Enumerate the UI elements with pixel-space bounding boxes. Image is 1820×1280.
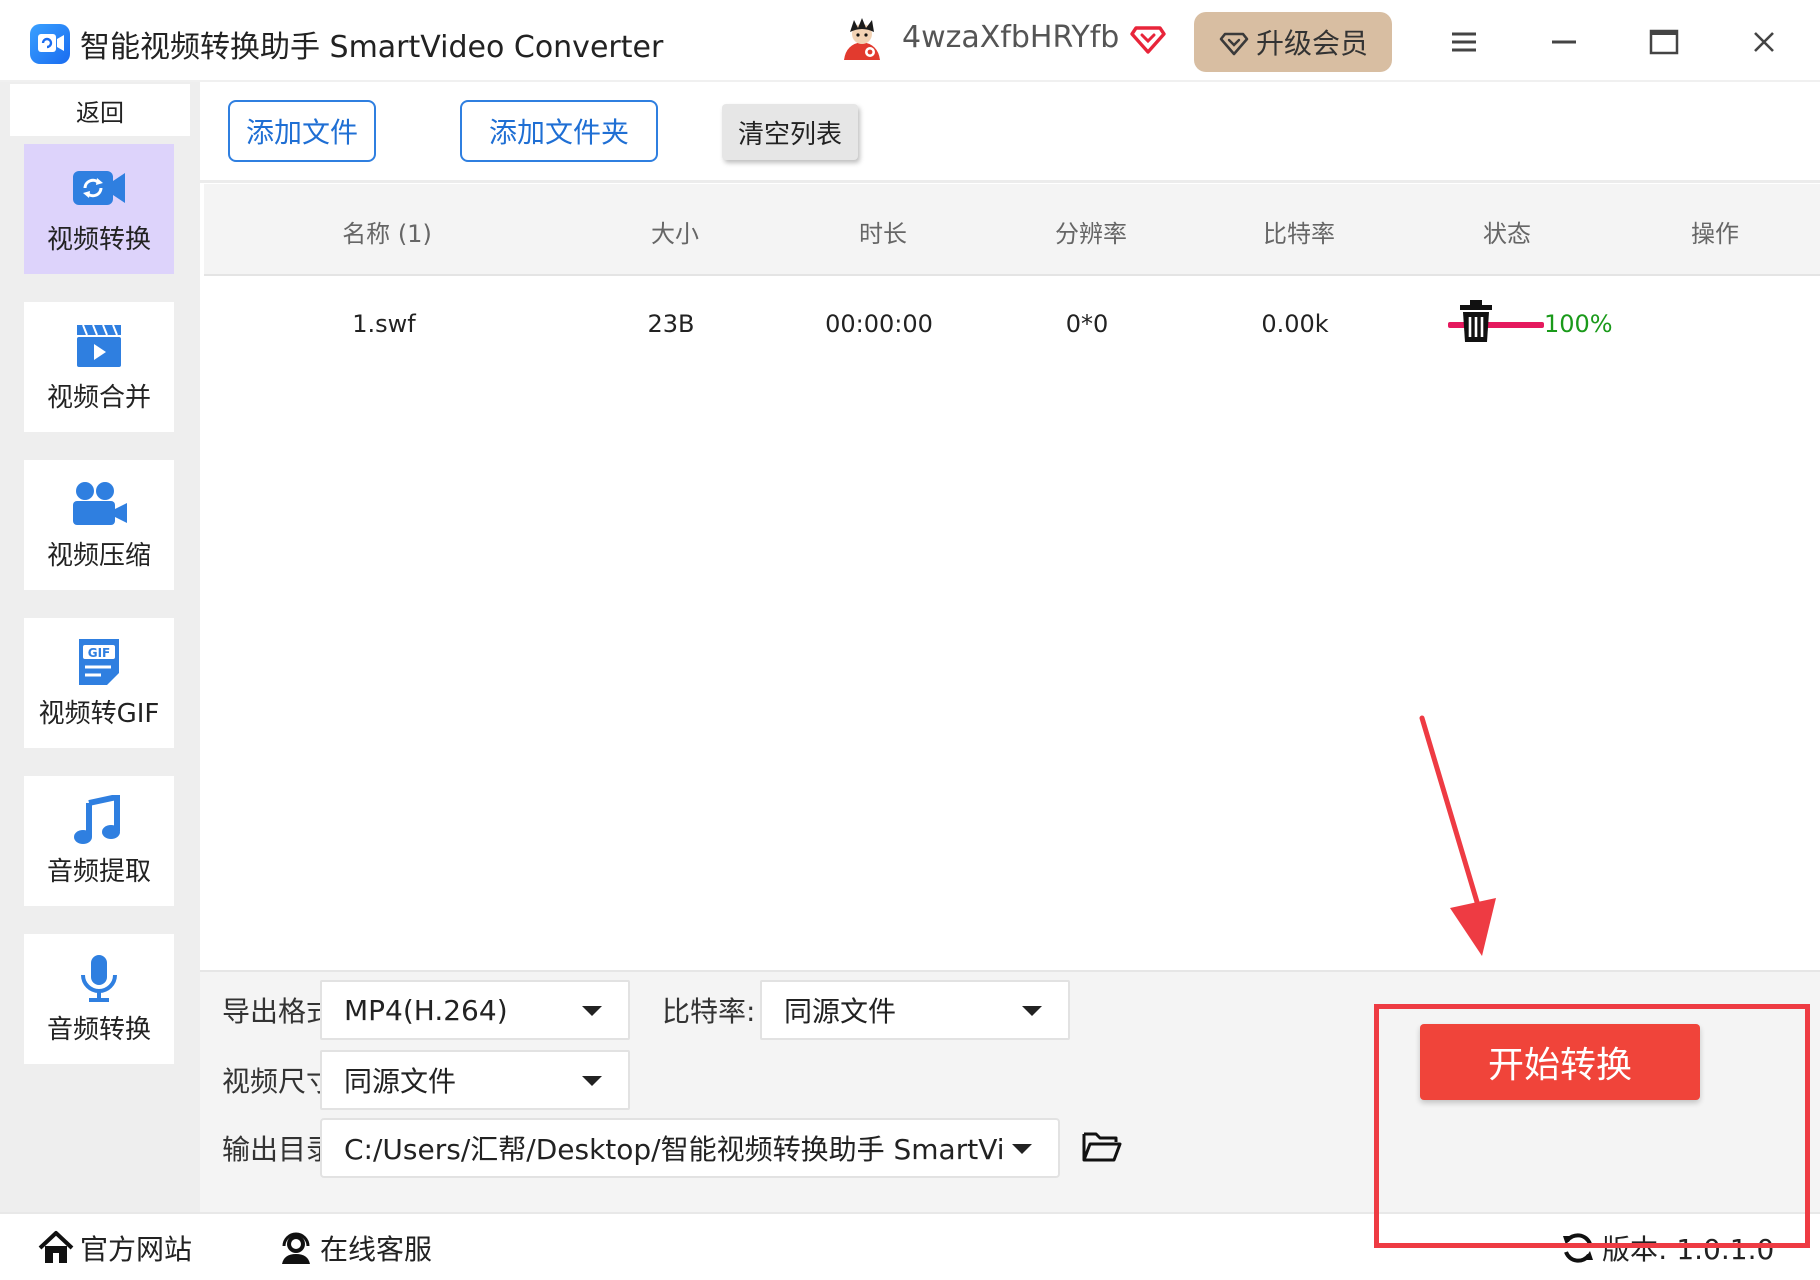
music-note-icon	[74, 794, 120, 844]
username: 4wzaXfbHRYfb	[902, 20, 1120, 55]
close-icon[interactable]	[1744, 22, 1784, 62]
sidebar-item-audio-extract[interactable]: 音频提取	[24, 776, 174, 906]
headset-icon	[282, 1232, 310, 1264]
upgrade-vip-button[interactable]: 升级会员	[1194, 12, 1392, 72]
sidebar-item-label: 视频合并	[46, 382, 151, 413]
sidebar-item-label: 音频转换	[46, 1014, 151, 1045]
video-size-value: 同源文件	[344, 1065, 457, 1098]
sidebar-item-label: 视频转换	[46, 224, 151, 255]
cell-name: 1.swf	[352, 310, 416, 338]
sidebar: 返回 视频转换 视频合并 视频压缩 GIF 视频转GIF 音频提取 音频转换	[0, 82, 200, 1212]
upgrade-label: 升级会员	[1255, 27, 1368, 60]
format-value: MP4(H.264)	[344, 993, 508, 1027]
video-merge-icon	[77, 324, 121, 367]
cell-resolution: 0*0	[1065, 310, 1109, 338]
trash-icon[interactable]	[1458, 300, 1494, 342]
sidebar-item-label: 视频压缩	[46, 540, 151, 571]
output-dir-select[interactable]: C:/Users/汇帮/Desktop/智能视频转换助手 SmartVideo …	[320, 1118, 1060, 1178]
hamburger-menu-icon[interactable]	[1444, 22, 1484, 62]
official-website-link[interactable]: 官方网站	[38, 1228, 192, 1268]
official-website-label: 官方网站	[80, 1233, 193, 1266]
bitrate-value: 同源文件	[784, 995, 897, 1028]
video-size-select[interactable]: 同源文件	[320, 1050, 630, 1110]
folder-open-icon[interactable]	[1082, 1130, 1122, 1164]
chevron-down-icon	[582, 1006, 602, 1016]
sidebar-item-audio-convert[interactable]: 音频转换	[24, 934, 174, 1064]
back-button[interactable]: 返回	[10, 84, 190, 136]
microphone-icon	[81, 954, 117, 1002]
sidebar-item-label: 音频提取	[46, 856, 151, 887]
title-bar: 智能视频转换助手 SmartVideo Converter 4wzaXfbHRY…	[0, 0, 1820, 82]
add-file-button[interactable]: 添加文件	[228, 100, 376, 162]
diamond-icon	[1219, 32, 1249, 56]
app-logo-icon	[30, 24, 70, 64]
column-header-size[interactable]: 大小	[651, 214, 699, 249]
column-header-name[interactable]: 名称 (1)	[342, 214, 432, 249]
sidebar-item-video-merge[interactable]: 视频合并	[24, 302, 174, 432]
sidebar-item-video-to-gif[interactable]: GIF 视频转GIF	[24, 618, 174, 748]
chevron-down-icon	[1022, 1006, 1042, 1016]
online-support-label: 在线客服	[320, 1233, 433, 1266]
chevron-down-icon	[1012, 1144, 1032, 1154]
annotation-arrow-icon	[1400, 712, 1520, 972]
app-title: 智能视频转换助手 SmartVideo Converter	[80, 30, 664, 65]
column-header-resolution[interactable]: 分辨率	[1055, 214, 1127, 249]
column-header-status[interactable]: 状态	[1483, 214, 1531, 249]
divider	[200, 180, 1820, 183]
sidebar-item-video-convert[interactable]: 视频转换	[24, 144, 174, 274]
cell-size: 23B	[647, 310, 695, 338]
maximize-icon[interactable]	[1644, 22, 1684, 62]
gif-icon: GIF	[79, 638, 119, 685]
add-folder-button[interactable]: 添加文件夹	[460, 100, 658, 162]
sidebar-item-label: 视频转GIF	[38, 698, 160, 729]
bitrate-select[interactable]: 同源文件	[760, 980, 1070, 1040]
svg-text:GIF: GIF	[88, 646, 111, 660]
table-header: 名称 (1) 大小 时长 分辨率 比特率 状态 操作	[204, 184, 1820, 276]
clear-list-button[interactable]: 清空列表	[722, 104, 858, 160]
format-select[interactable]: MP4(H.264)	[320, 980, 630, 1040]
bitrate-label: 比特率:	[662, 995, 756, 1028]
cell-bitrate: 0.00k	[1261, 310, 1329, 338]
sidebar-item-video-compress[interactable]: 视频压缩	[24, 460, 174, 590]
minimize-icon[interactable]	[1544, 22, 1584, 62]
app-window: 智能视频转换助手 SmartVideo Converter 4wzaXfbHRY…	[0, 0, 1820, 1280]
cell-duration: 00:00:00	[825, 310, 933, 338]
diamond-heart-icon	[1128, 18, 1168, 58]
column-header-duration[interactable]: 时长	[859, 214, 907, 249]
video-convert-icon	[73, 170, 125, 205]
column-header-bitrate[interactable]: 比特率	[1263, 214, 1335, 249]
video-compress-icon	[73, 481, 127, 525]
home-icon	[38, 1231, 74, 1263]
column-header-action[interactable]: 操作	[1691, 214, 1739, 249]
avatar[interactable]	[838, 16, 886, 64]
online-support-link[interactable]: 在线客服	[278, 1228, 432, 1268]
chevron-down-icon	[582, 1076, 602, 1086]
progress-percent: 100%	[1544, 310, 1613, 338]
output-dir-value: C:/Users/汇帮/Desktop/智能视频转换助手 SmartVideo …	[344, 1133, 1004, 1166]
annotation-highlight-box	[1374, 1004, 1810, 1248]
